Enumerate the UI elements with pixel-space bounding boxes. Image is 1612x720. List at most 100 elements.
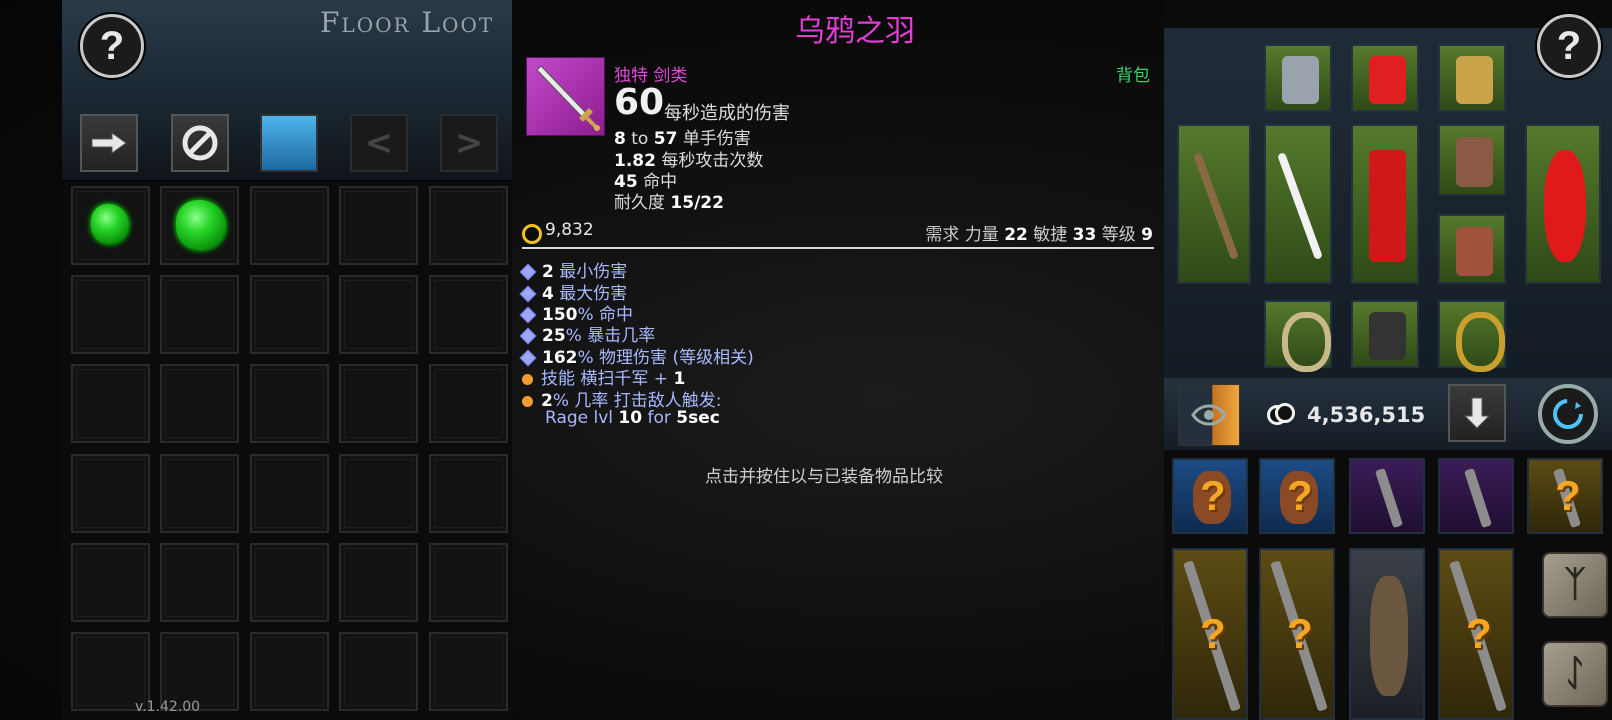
- panel-title: Floor Loot: [320, 6, 495, 39]
- compass-amulet-icon: [1456, 56, 1493, 104]
- discard-toggle-button[interactable]: [171, 114, 229, 172]
- loot-slot[interactable]: [339, 543, 418, 622]
- loot-slot[interactable]: [429, 632, 508, 711]
- equipment-slot[interactable]: [1177, 124, 1251, 284]
- filter-button[interactable]: [260, 114, 318, 172]
- loot-slot[interactable]: [339, 186, 418, 265]
- requirements: 需求 力量 22 敏捷 33 等级 9: [925, 220, 1153, 245]
- loot-slot[interactable]: [429, 186, 508, 265]
- backpack-slot[interactable]: ?: [1172, 458, 1248, 534]
- loot-slot[interactable]: [339, 632, 418, 711]
- refresh-icon: [1553, 399, 1583, 429]
- loot-slot[interactable]: [250, 632, 329, 711]
- gloves-icon: [1456, 137, 1493, 187]
- affix-proc-detail: Rage lvl 10 for 5sec: [545, 408, 720, 428]
- tooltip-divider: [522, 247, 1154, 249]
- backpack-slot[interactable]: ?: [1259, 548, 1335, 720]
- sync-button[interactable]: [1538, 384, 1598, 444]
- sword-icon: [1374, 467, 1404, 529]
- durability-label: 耐久度: [614, 193, 665, 213]
- candy-cane-icon: [1277, 152, 1323, 260]
- loot-slot[interactable]: [160, 275, 239, 354]
- loot-slot[interactable]: [160, 454, 239, 533]
- loot-slot[interactable]: [250, 275, 329, 354]
- equipment-slot[interactable]: [1264, 300, 1332, 372]
- loot-slot[interactable]: [250, 543, 329, 622]
- slot-frame: [344, 637, 413, 706]
- loot-slot[interactable]: [339, 275, 418, 354]
- transfer-all-button[interactable]: [80, 114, 138, 172]
- loot-slot[interactable]: [160, 364, 239, 443]
- slot-frame: [76, 280, 145, 349]
- rune-stone-icon[interactable]: ᛉ: [1542, 552, 1608, 618]
- equipment-slot[interactable]: [1264, 124, 1332, 284]
- equipment-slot[interactable]: [1438, 300, 1506, 372]
- loot-slot[interactable]: [71, 364, 150, 443]
- loot-slot[interactable]: [160, 543, 239, 622]
- loot-slot[interactable]: [71, 454, 150, 533]
- potion-icon: [1369, 312, 1406, 360]
- backpack-slot[interactable]: [1349, 548, 1425, 720]
- req-dex-label: 敏捷: [1033, 225, 1068, 245]
- slot-frame: [255, 548, 324, 617]
- next-page-button[interactable]: >: [440, 114, 498, 172]
- req-level-label: 等级: [1101, 225, 1136, 245]
- unidentified-marker: ?: [1287, 610, 1313, 657]
- equipment-slot[interactable]: [1351, 44, 1419, 112]
- loot-slot[interactable]: [429, 275, 508, 354]
- prev-page-button[interactable]: <: [350, 114, 408, 172]
- loot-slot[interactable]: [339, 454, 418, 533]
- proc-level: 10: [618, 408, 643, 428]
- loot-slot[interactable]: [71, 275, 150, 354]
- slot-frame: [255, 280, 324, 349]
- loot-slot[interactable]: [250, 364, 329, 443]
- eye-toggle-button[interactable]: [1178, 384, 1240, 446]
- sort-down-button[interactable]: [1448, 384, 1506, 442]
- slot-frame: [434, 548, 503, 617]
- equipment-slot[interactable]: [1525, 124, 1601, 284]
- equipment-slot[interactable]: [1438, 214, 1506, 284]
- loot-slot[interactable]: [250, 186, 329, 265]
- boots-icon: [1456, 227, 1493, 276]
- unidentified-marker: ?: [1287, 472, 1313, 519]
- slot-frame: [255, 459, 324, 528]
- eye-icon: [1191, 404, 1227, 426]
- loot-slot[interactable]: [71, 186, 150, 265]
- req-str-value: 22: [1004, 225, 1028, 245]
- equipment-slot[interactable]: [1438, 124, 1506, 196]
- backpack-slot[interactable]: [1349, 458, 1425, 534]
- slot-frame: [76, 637, 145, 706]
- backpack-slot[interactable]: ?: [1259, 458, 1335, 534]
- rune-stone-icon[interactable]: ᛇ: [1542, 641, 1608, 707]
- item-value: 9,832: [545, 220, 594, 240]
- green-gem-icon: [91, 204, 129, 244]
- req-level-value: 9: [1141, 225, 1153, 245]
- slot-frame: [344, 459, 413, 528]
- loot-slot[interactable]: [429, 364, 508, 443]
- loot-slot[interactable]: [250, 454, 329, 533]
- proc-text: for: [642, 408, 677, 428]
- equipment-slot[interactable]: [1351, 124, 1419, 284]
- total-gold: 4,536,515: [1307, 403, 1426, 427]
- loot-slot[interactable]: [339, 364, 418, 443]
- loot-slot[interactable]: [160, 186, 239, 265]
- backpack-slot[interactable]: ?: [1527, 458, 1603, 534]
- equipment-slot[interactable]: [1264, 44, 1332, 112]
- backpack-slot[interactable]: ?: [1172, 548, 1248, 720]
- amulet-icon: [1282, 56, 1319, 104]
- equipment-slot[interactable]: [1351, 300, 1419, 368]
- help-button-right[interactable]: ?: [1537, 14, 1601, 78]
- unidentified-marker: ?: [1555, 472, 1581, 519]
- version-label: v.1.42.00: [135, 699, 201, 715]
- gold-coin-icon: [522, 224, 542, 244]
- mace-icon: [1463, 467, 1493, 529]
- backpack-slot[interactable]: [1438, 458, 1514, 534]
- loot-slot[interactable]: [71, 543, 150, 622]
- equipment-slot[interactable]: [1438, 44, 1506, 112]
- loot-slot[interactable]: [429, 543, 508, 622]
- loot-slot[interactable]: [429, 454, 508, 533]
- help-button-left[interactable]: ?: [80, 14, 144, 78]
- slot-frame: [165, 280, 234, 349]
- proc-duration: 5sec: [676, 408, 720, 428]
- backpack-slot[interactable]: ?: [1438, 548, 1514, 720]
